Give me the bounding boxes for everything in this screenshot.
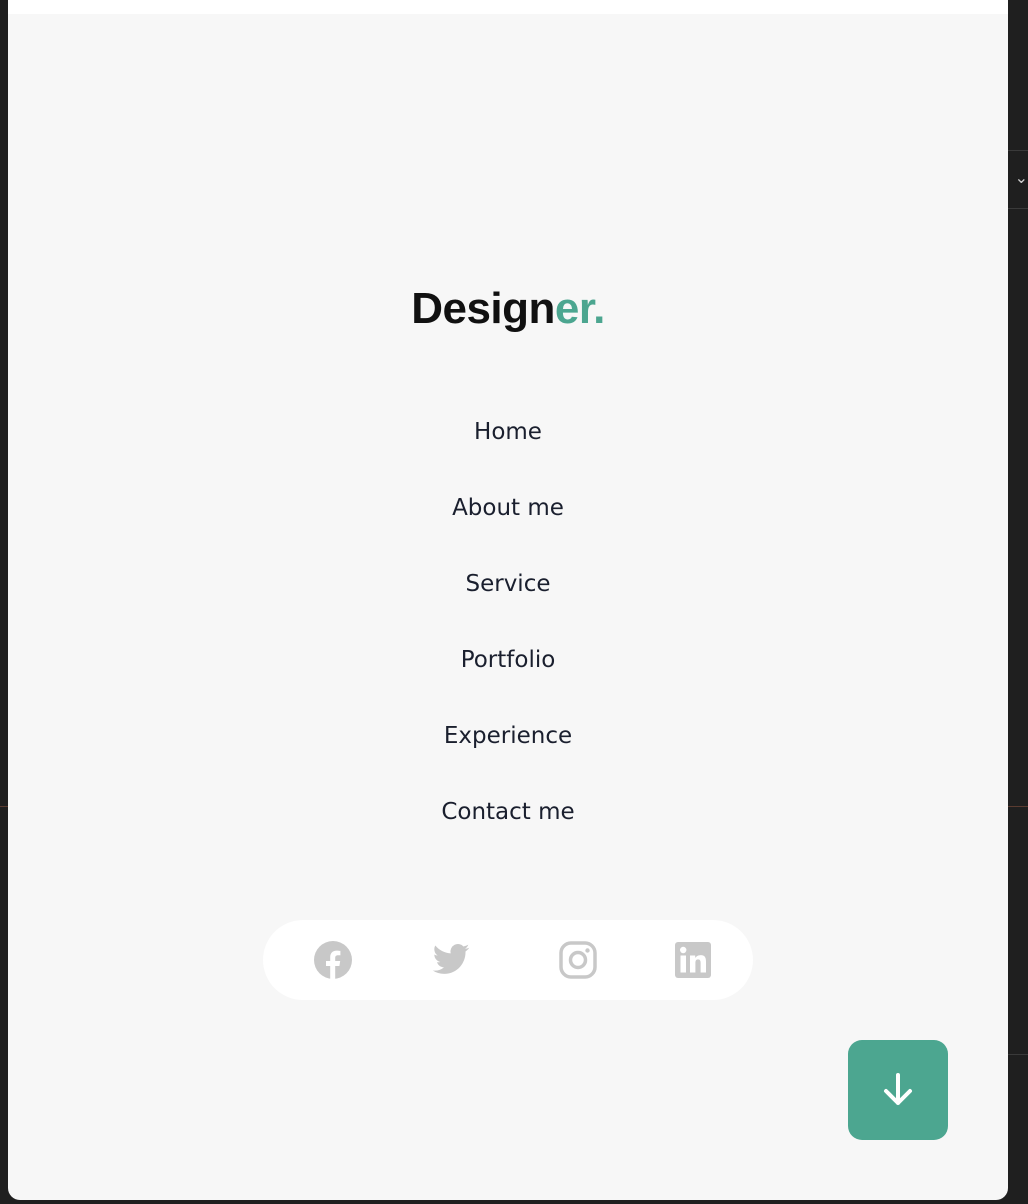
background-divider	[1008, 1054, 1028, 1055]
mobile-menu-panel: Designer. Home About me Service Portfoli…	[8, 0, 1008, 1200]
instagram-icon[interactable]	[558, 940, 598, 980]
nav-item-about: About me	[8, 488, 1008, 564]
nav-item-service: Service	[8, 564, 1008, 640]
nav-link-experience[interactable]: Experience	[444, 716, 572, 756]
arrow-down-icon	[884, 1073, 912, 1105]
nav-link-contact[interactable]: Contact me	[441, 792, 574, 832]
social-links	[263, 920, 753, 1000]
nav-item-home: Home	[8, 412, 1008, 488]
background-divider	[0, 806, 8, 807]
nav-link-portfolio[interactable]: Portfolio	[461, 640, 556, 680]
nav-item-contact: Contact me	[8, 792, 1008, 868]
nav-item-experience: Experience	[8, 716, 1008, 792]
logo-main-text: Design	[411, 284, 555, 333]
nav-link-about[interactable]: About me	[452, 488, 564, 528]
background-divider	[1008, 806, 1028, 807]
logo-accent-text: er.	[554, 284, 605, 333]
background-chevron-icon: ⌄	[1014, 168, 1028, 187]
twitter-icon[interactable]	[431, 940, 471, 980]
panel-top-bar	[8, 0, 1008, 14]
linkedin-icon[interactable]	[673, 940, 713, 980]
background-divider	[1008, 150, 1028, 151]
nav-link-home[interactable]: Home	[474, 412, 542, 452]
facebook-icon[interactable]	[313, 940, 353, 980]
nav-item-portfolio: Portfolio	[8, 640, 1008, 716]
main-nav: Home About me Service Portfolio Experien…	[8, 412, 1008, 868]
scroll-down-button[interactable]	[848, 1040, 948, 1140]
site-logo[interactable]: Designer.	[8, 284, 1008, 334]
background-divider	[1008, 208, 1028, 209]
nav-link-service[interactable]: Service	[465, 564, 550, 604]
